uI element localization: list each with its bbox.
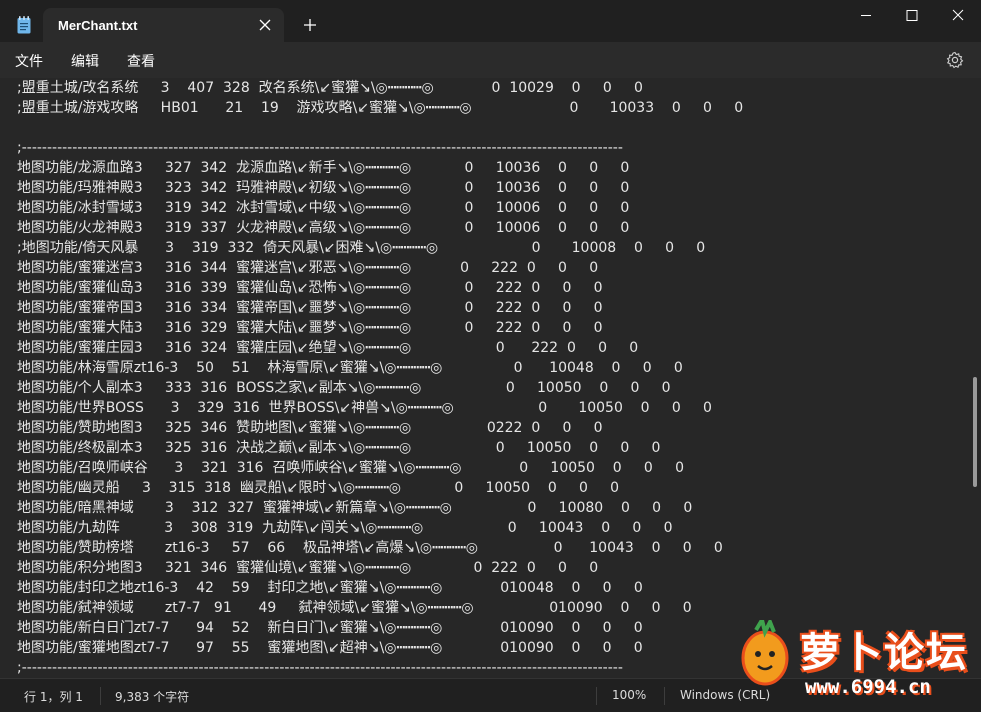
character-count: 9,383 个字符: [115, 690, 190, 704]
text-line: 地图功能/弑神领域 zt7-7 91 49 弑神领域\↙蜜獾↘\◎┅┅┅┅◎ 0…: [17, 600, 692, 616]
zoom-level[interactable]: 100%: [612, 688, 646, 702]
text-line: ;---------------------------------------…: [17, 140, 623, 156]
text-line: 地图功能/赞助地图3 325 346 赞助地图\↙蜜獾↘\◎┅┅┅┅◎ 0222…: [17, 420, 603, 436]
carrot-mascot-icon: [741, 620, 789, 686]
text-line: 地图功能/火龙神殿3 319 337 火龙神殿\↙高级↘\◎┅┅┅┅◎ 0 10…: [17, 220, 630, 236]
text-line: 地图功能/积分地图3 321 346 蜜獾仙境\↙蜜獾↘\◎┅┅┅┅◎ 0 22…: [17, 560, 599, 576]
text-line: 地图功能/召唤师峡谷 3 321 316 召唤师峡谷\↙蜜獾↘\◎┅┅┅┅◎ 0…: [17, 460, 684, 476]
text-content: ;盟重土城/改名系统 3 407 328 改名系统\↙蜜獾↘\◎┅┅┅┅◎ 0 …: [0, 78, 970, 678]
text-line: 地图功能/九劫阵 3 308 319 九劫阵\↙闯关↘\◎┅┅┅┅◎ 0 100…: [17, 520, 673, 536]
scrollbar-thumb[interactable]: [973, 377, 977, 487]
text-line: 地图功能/蜜獾地图zt7-7 97 55 蜜獾地图\↙超神↘\◎┅┅┅┅◎ 01…: [17, 640, 643, 656]
close-window-icon[interactable]: [935, 0, 981, 32]
new-tab-icon[interactable]: [302, 17, 318, 33]
text-editor[interactable]: ;盟重土城/改名系统 3 407 328 改名系统\↙蜜獾↘\◎┅┅┅┅◎ 0 …: [0, 78, 970, 678]
text-line: 地图功能/玛雅神殿3 323 342 玛雅神殿\↙初级↘\◎┅┅┅┅◎ 0 10…: [17, 180, 630, 196]
watermark-url: www.6994.cn: [805, 676, 931, 698]
cursor-position: 行 1，列 1: [24, 690, 83, 704]
text-line: 地图功能/龙源血路3 327 342 龙源血路\↙新手↘\◎┅┅┅┅◎ 0 10…: [17, 160, 630, 176]
text-line: ;---------------------------------------…: [17, 660, 623, 676]
close-tab-icon[interactable]: [258, 18, 272, 32]
watermark-logo: 萝卜论坛 www.6994.cn: [730, 612, 970, 702]
text-line: 地图功能/蜜獾帝国3 316 334 蜜獾帝国\↙噩梦↘\◎┅┅┅┅◎ 0 22…: [17, 300, 603, 316]
tab-title: MerChant.txt: [58, 18, 138, 33]
text-line: 地图功能/个人副本3 333 316 BOSS之家\↙副本↘\◎┅┅┅┅◎ 0 …: [17, 380, 671, 396]
menu-file[interactable]: 文件: [15, 51, 43, 71]
menu-edit[interactable]: 编辑: [71, 51, 99, 71]
tab-merchant[interactable]: MerChant.txt: [43, 8, 284, 42]
text-line: 地图功能/林海雪原zt16-3 50 51 林海雪原\↙蜜獾↘\◎┅┅┅┅◎ 0…: [17, 360, 683, 376]
text-line: 地图功能/蜜獾仙岛3 316 339 蜜獾仙岛\↙恐怖↘\◎┅┅┅┅◎ 0 22…: [17, 280, 603, 296]
notepad-icon: [17, 16, 31, 34]
status-divider: [596, 687, 597, 705]
text-line: 地图功能/暗黑神域 3 312 327 蜜獾神域\↙新篇章↘\◎┅┅┅┅◎ 0 …: [17, 500, 693, 516]
text-line: 地图功能/蜜獾大陆3 316 329 蜜獾大陆\↙噩梦↘\◎┅┅┅┅◎ 0 22…: [17, 320, 603, 336]
text-line: 地图功能/新白日门zt7-7 94 52 新白日门\↙蜜獾↘\◎┅┅┅┅◎ 01…: [17, 620, 643, 636]
maximize-icon[interactable]: [889, 0, 935, 32]
minimize-icon[interactable]: [843, 0, 889, 32]
gear-icon[interactable]: [946, 51, 964, 69]
status-divider: [664, 687, 665, 705]
text-line: 地图功能/冰封雪域3 319 342 冰封雪域\↙中级↘\◎┅┅┅┅◎ 0 10…: [17, 200, 630, 216]
text-line: 地图功能/世界BOSS 3 329 316 世界BOSS\↙神兽↘\◎┅┅┅┅◎…: [17, 400, 712, 416]
text-line: 地图功能/封印之地zt16-3 42 59 封印之地\↙蜜獾↘\◎┅┅┅┅◎ 0…: [17, 580, 643, 596]
title-bar: MerChant.txt: [0, 0, 981, 42]
menu-view[interactable]: 查看: [127, 51, 155, 71]
text-line: 地图功能/赞助榜塔 zt16-3 57 66 极品神塔\↙高爆↘\◎┅┅┅┅◎ …: [17, 540, 723, 556]
text-line: ;地图功能/倚天风暴 3 319 332 倚天风暴\↙困难↘\◎┅┅┅┅◎ 0 …: [17, 240, 706, 256]
text-line: 地图功能/蜜獾迷宫3 316 344 蜜獾迷宫\↙邪恶↘\◎┅┅┅┅◎ 0 22…: [17, 260, 599, 276]
text-line: 地图功能/终极副本3 325 316 决战之巅\↙副本↘\◎┅┅┅┅◎ 0 10…: [17, 440, 661, 456]
status-divider: [100, 687, 101, 705]
text-line: ;盟重土城/改名系统 3 407 328 改名系统\↙蜜獾↘\◎┅┅┅┅◎ 0 …: [17, 80, 643, 96]
watermark-text: 萝卜论坛: [800, 630, 968, 676]
text-line: 地图功能/蜜獾庄园3 316 324 蜜獾庄园\↙绝望↘\◎┅┅┅┅◎ 0 22…: [17, 340, 639, 356]
menu-bar: 文件 编辑 查看: [0, 42, 981, 78]
text-line: ;盟重土城/游戏攻略 HB01 21 19 游戏攻略\↙蜜獾↘\◎┅┅┅┅◎ 0…: [17, 100, 744, 116]
text-line: 地图功能/幽灵船 3 315 318 幽灵船\↙限时↘\◎┅┅┅┅◎ 0 100…: [17, 480, 620, 496]
